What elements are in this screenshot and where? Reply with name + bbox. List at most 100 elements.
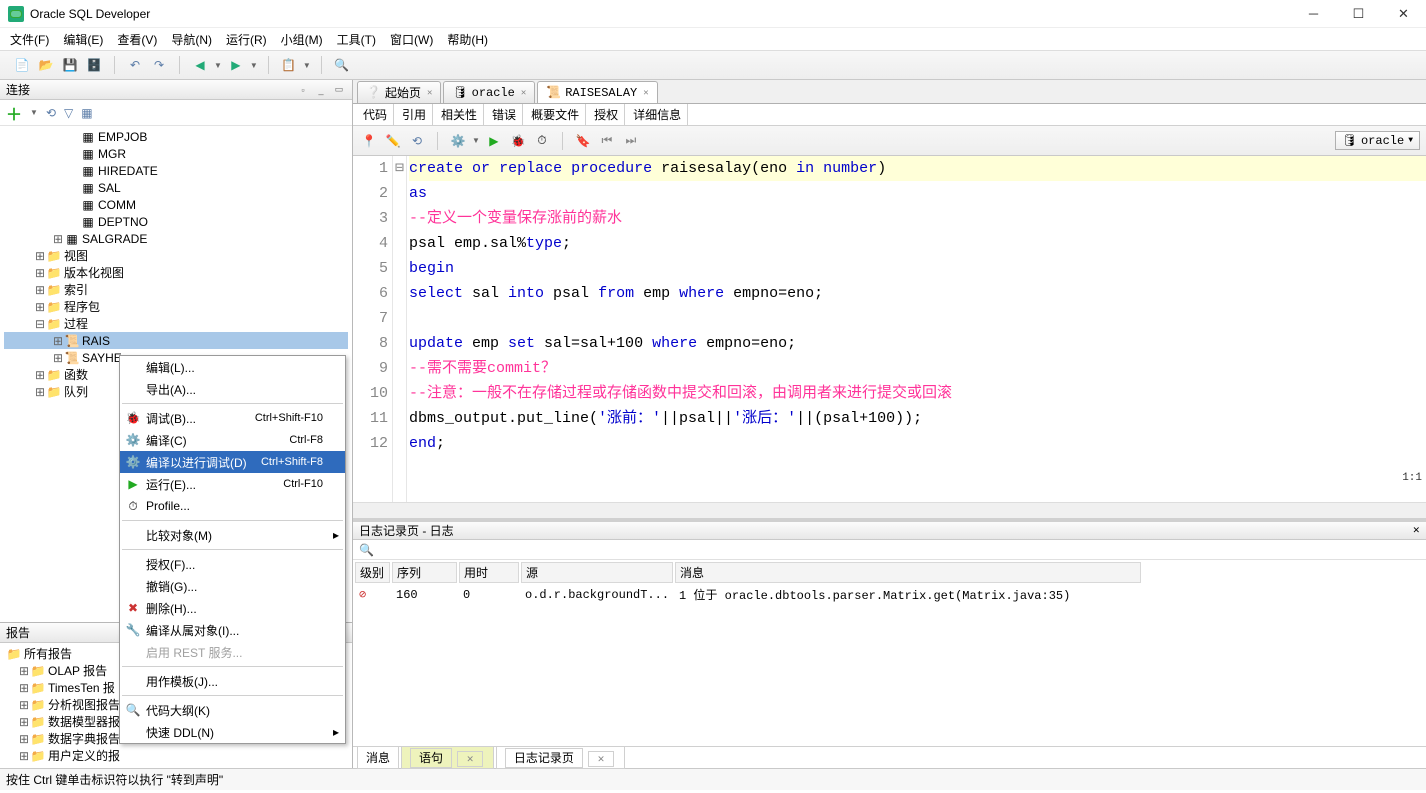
log-col-time[interactable]: 用时 (459, 562, 519, 583)
menu-window[interactable]: 窗口(W) (390, 31, 433, 48)
expand-icon[interactable]: ⊞ (34, 300, 46, 314)
ctx-compile[interactable]: ⚙️编译(C)Ctrl-F8 (120, 429, 345, 451)
tab-oracle[interactable]: 🛢oracle✕ (443, 81, 535, 103)
panel-close-icon[interactable]: ▭ (332, 83, 346, 97)
tab-start-page[interactable]: ❔起始页✕ (357, 81, 441, 103)
schema-picker[interactable]: 🛢 oracle ▼ (1335, 131, 1420, 150)
menu-team[interactable]: 小组(M) (281, 31, 323, 48)
prev-bookmark-icon[interactable]: ⏮ (597, 131, 617, 151)
log-col-msg[interactable]: 消息 (675, 562, 1141, 583)
debug-icon[interactable]: 🐞 (508, 131, 528, 151)
tab-raisesalay[interactable]: 📜RAISESALAY✕ (537, 81, 657, 103)
expand-icon[interactable]: ⊞ (52, 334, 64, 348)
expand-icon[interactable]: ⊞ (18, 715, 30, 729)
pin-icon[interactable]: 📍 (359, 131, 379, 151)
minimize-button[interactable]: ─ (1291, 0, 1336, 28)
tree-proc-sayhe[interactable]: SAYHE (82, 351, 122, 365)
refresh-icon[interactable]: ⟲ (407, 131, 427, 151)
expand-icon[interactable]: ⊞ (34, 385, 46, 399)
close-icon[interactable]: ✕ (643, 88, 648, 98)
ctx-edit[interactable]: 编辑(L)... (120, 356, 345, 378)
reports-all[interactable]: 所有报告 (24, 645, 72, 662)
tree-col[interactable]: DEPTNO (98, 215, 148, 229)
tree-proc-raise[interactable]: RAIS (82, 334, 110, 348)
report-item[interactable]: 分析视图报告 (48, 696, 120, 713)
horizontal-scrollbar[interactable] (353, 502, 1426, 518)
menu-run[interactable]: 运行(R) (226, 31, 267, 48)
new-icon[interactable]: 📄 (12, 55, 32, 75)
log-col-level[interactable]: 级别 (355, 562, 390, 583)
log-tab-log[interactable]: 日志记录页 ✕ (496, 746, 625, 769)
fold-gutter[interactable]: ⊟ (393, 156, 407, 502)
ctx-outline[interactable]: 🔍代码大纲(K) (120, 699, 345, 721)
expand-icon[interactable]: ⊞ (18, 681, 30, 695)
ctx-profile[interactable]: ⏱Profile... (120, 495, 345, 517)
tree-queues[interactable]: 队列 (64, 383, 88, 400)
ctx-grant[interactable]: 授权(F)... (120, 553, 345, 575)
find-icon[interactable]: 🔍 (332, 55, 352, 75)
tree-views[interactable]: 视图 (64, 247, 88, 264)
tree-mviews[interactable]: 版本化视图 (64, 264, 124, 281)
ctx-drop[interactable]: ✖删除(H)... (120, 597, 345, 619)
save-all-icon[interactable]: 🗄️ (84, 55, 104, 75)
ctx-quick-ddl[interactable]: 快速 DDL(N)▸ (120, 721, 345, 743)
report-item[interactable]: OLAP 报告 (48, 662, 107, 679)
ctx-template[interactable]: 用作模板(J)... (120, 670, 345, 692)
expand-icon[interactable]: ⊞ (34, 249, 46, 263)
log-col-src[interactable]: 源 (521, 562, 673, 583)
tree-col[interactable]: EMPJOB (98, 130, 147, 144)
tree-col[interactable]: SAL (98, 181, 121, 195)
expand-icon[interactable]: ⊞ (34, 368, 46, 382)
log-tab-messages[interactable]: 消息 (357, 746, 399, 769)
open-icon[interactable]: 📂 (36, 55, 56, 75)
close-icon[interactable]: ✕ (521, 88, 526, 98)
new-connection-icon[interactable]: ＋ (6, 101, 22, 125)
profile-icon[interactable]: ⏱ (532, 131, 552, 151)
report-item[interactable]: 数据模型器报 (48, 713, 120, 730)
tree-col[interactable]: COMM (98, 198, 136, 212)
menu-edit[interactable]: 编辑(E) (63, 31, 103, 48)
expand-icon[interactable]: ⊞ (34, 266, 46, 280)
redo-icon[interactable]: ↷ (149, 55, 169, 75)
gear-icon[interactable]: ⚙️ (448, 131, 468, 151)
log-col-seq[interactable]: 序列 (392, 562, 457, 583)
ctx-compare[interactable]: 比较对象(M)▸ (120, 524, 345, 546)
report-item[interactable]: TimesTen 报 (48, 679, 115, 696)
ctx-compile-dep[interactable]: 🔧编译从属对象(I)... (120, 619, 345, 641)
panel-minimize-icon[interactable]: _ (314, 83, 328, 97)
filter-icon[interactable]: ▽ (64, 106, 73, 120)
log-tab-statements[interactable]: 语句 ✕ (401, 746, 494, 769)
code-content[interactable]: create or replace procedure raisesalay(e… (407, 156, 1426, 502)
menu-nav[interactable]: 导航(N) (171, 31, 212, 48)
ctx-run[interactable]: ▶运行(E)...Ctrl-F10 (120, 473, 345, 495)
expand-icon[interactable]: ⊞ (34, 283, 46, 297)
expand-icon[interactable]: ⊞ (52, 232, 64, 246)
run-icon[interactable]: ▶ (484, 131, 504, 151)
expand-icon[interactable]: ⊞ (18, 698, 30, 712)
sql-icon[interactable]: 📋 (279, 55, 299, 75)
forward-icon[interactable]: ▶ (226, 55, 246, 75)
refresh-icon[interactable]: ⟲ (46, 106, 56, 120)
bookmark-icon[interactable]: 🔖 (573, 131, 593, 151)
subtab-detail[interactable]: 详细信息 (627, 104, 688, 125)
log-search[interactable]: 🔍 (353, 540, 1426, 560)
ctx-revoke[interactable]: 撤销(G)... (120, 575, 345, 597)
subtab-prof[interactable]: 概要文件 (525, 104, 586, 125)
tree-col[interactable]: HIREDATE (98, 164, 158, 178)
ctx-compile-debug[interactable]: ⚙️编译以进行调试(D)Ctrl+Shift-F8 (120, 451, 345, 473)
back-icon[interactable]: ◀ (190, 55, 210, 75)
undo-icon[interactable]: ↶ (125, 55, 145, 75)
menu-view[interactable]: 查看(V) (117, 31, 157, 48)
expand-icon[interactable]: ⊞ (52, 351, 64, 365)
report-item[interactable]: 数据字典报告 (48, 730, 120, 747)
log-row[interactable]: ⊘ 160 0 o.d.r.backgroundT... 1 位于 oracle… (355, 585, 1141, 604)
code-editor[interactable]: 123456789101112 ⊟ create or replace proc… (353, 156, 1426, 502)
maximize-button[interactable]: ☐ (1336, 0, 1381, 28)
expand-icon[interactable]: ⊞ (18, 732, 30, 746)
close-icon[interactable]: ✕ (1412, 525, 1420, 536)
subtab-rel[interactable]: 相关性 (435, 104, 484, 125)
close-button[interactable]: ✕ (1381, 0, 1426, 28)
expand-icon[interactable]: ⊞ (18, 749, 30, 763)
tree-funcs[interactable]: 函数 (64, 366, 88, 383)
subtab-grant[interactable]: 授权 (588, 104, 625, 125)
